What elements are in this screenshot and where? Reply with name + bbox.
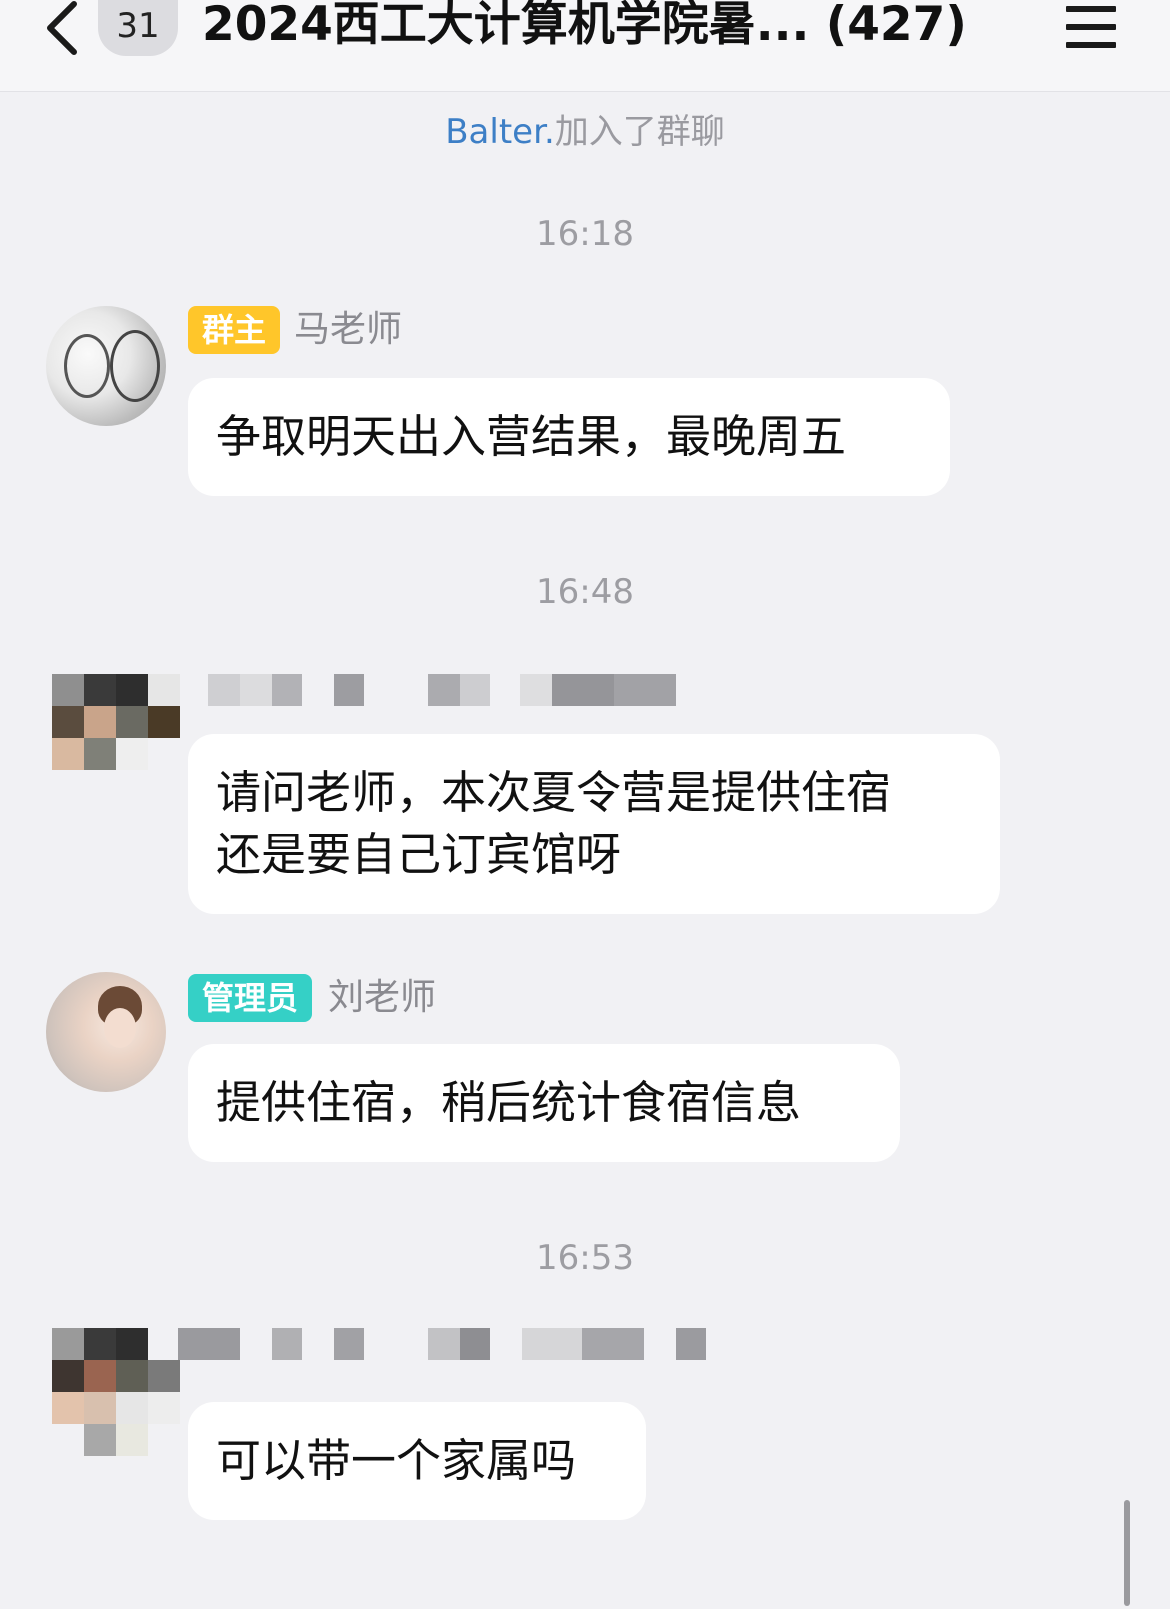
join-text: 加入了群聊 <box>554 112 725 152</box>
back-button[interactable] <box>40 0 90 56</box>
timestamp: 16:53 <box>536 1238 634 1278</box>
pixelated-avatar[interactable] <box>52 674 180 770</box>
sender-name[interactable]: 刘老师 <box>328 974 436 1022</box>
menu-button[interactable] <box>1066 6 1116 48</box>
timestamp: 16:48 <box>536 572 634 612</box>
blurred-sender-name <box>178 1328 710 1360</box>
unread-count-badge[interactable]: 31 <box>98 0 178 56</box>
system-join-message: Balter.加入了群聊 <box>0 104 1170 153</box>
avatar[interactable] <box>46 306 166 426</box>
group-title: 2024西工大计算机学院暑... (427) <box>202 0 967 52</box>
chevron-left-icon <box>47 1 77 55</box>
avatar[interactable] <box>46 972 166 1092</box>
pixelated-avatar[interactable] <box>52 1328 180 1456</box>
owner-tag: 群主 <box>188 306 281 354</box>
message-bubble[interactable]: 提供住宿，稍后统计食宿信息 <box>188 1044 900 1162</box>
admin-tag: 管理员 <box>188 974 313 1022</box>
joined-user-name[interactable]: Balter. <box>445 112 555 152</box>
scroll-indicator[interactable] <box>1124 1500 1130 1606</box>
message-bubble[interactable]: 请问老师，本次夏令营是提供住宿 还是要自己订宾馆呀 <box>188 734 1000 914</box>
sender-name[interactable]: 马老师 <box>294 306 402 354</box>
timestamp: 16:18 <box>536 214 634 254</box>
message-bubble[interactable]: 可以带一个家属吗 <box>188 1402 646 1520</box>
hamburger-menu-icon <box>1066 6 1116 48</box>
blurred-sender-name <box>208 674 678 706</box>
chat-header: 31 2024西工大计算机学院暑... (427) <box>0 0 1170 92</box>
message-bubble[interactable]: 争取明天出入营结果，最晚周五 <box>188 378 950 496</box>
